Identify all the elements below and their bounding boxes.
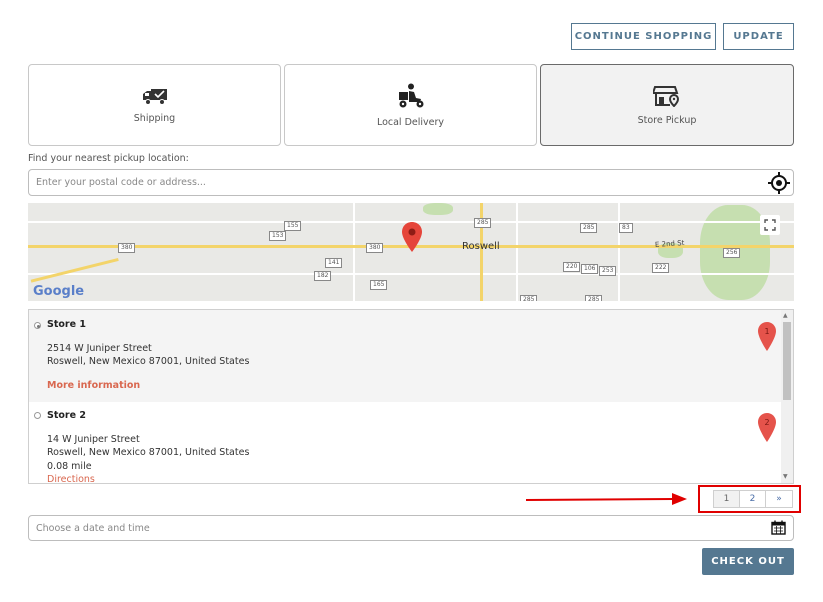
list-item[interactable]: Store 1 2514 W Juniper Street Roswell, N… (29, 310, 781, 402)
road-shield: 222 (652, 263, 670, 273)
locate-me-icon[interactable] (768, 172, 790, 194)
store-pin-icon (653, 85, 680, 107)
store-marker-number: 2 (764, 418, 769, 427)
tab-label: Local Delivery (376, 116, 445, 128)
store-address-line1: 2514 W Juniper Street (47, 343, 152, 354)
road-shield: 106 (581, 264, 599, 274)
road-shield: 380 (366, 243, 384, 253)
page-2-button[interactable]: 2 (740, 491, 766, 507)
search-label: Find your nearest pickup location: (28, 153, 189, 164)
more-information-link[interactable]: More information (47, 380, 140, 391)
page-1-button[interactable]: 1 (714, 491, 740, 507)
road-shield: 155 (284, 221, 302, 231)
date-time-input[interactable]: Choose a date and time (28, 515, 794, 541)
list-item[interactable]: Store 2 14 W Juniper Street Roswell, New… (29, 402, 781, 483)
road-shield: 83 (619, 223, 633, 233)
minor-road (28, 273, 794, 275)
road-shield: 141 (325, 258, 343, 268)
park-area (423, 203, 453, 215)
road-shield: 253 (599, 266, 617, 276)
road-shield: 256 (723, 248, 741, 258)
continue-shopping-button[interactable]: CONTINUE SHOPPING (571, 23, 716, 50)
list-scrollbar[interactable]: ▲ ▼ (781, 310, 793, 483)
store-marker-icon: 2 (758, 413, 776, 442)
map-city-label: Roswell (462, 241, 500, 252)
store-map[interactable]: 155 153 380 380 285 285 83 141 182 165 2… (28, 203, 794, 301)
minor-road (353, 203, 355, 301)
location-search-input[interactable]: Enter your postal code or address... (28, 169, 794, 196)
road-shield: 165 (370, 280, 388, 290)
scrollbar-thumb[interactable] (783, 322, 791, 400)
search-placeholder: Enter your postal code or address... (36, 177, 206, 188)
road-shield: 153 (269, 231, 287, 241)
scroll-up-arrow-icon[interactable]: ▲ (783, 312, 788, 319)
tab-label: Store Pickup (637, 114, 697, 126)
store-radio[interactable] (34, 412, 41, 419)
annotation-arrow (525, 493, 687, 505)
update-button[interactable]: UPDATE (723, 23, 794, 50)
road-shield: 220 (563, 262, 581, 272)
store-address-line1: 14 W Juniper Street (47, 434, 140, 445)
road-shield: 285 (520, 295, 538, 301)
main-road (30, 258, 119, 283)
google-logo: Google (33, 284, 85, 299)
store-marker-number: 1 (764, 327, 769, 336)
store-name: Store 1 (47, 319, 86, 330)
store-distance: 0.08 mile (47, 461, 92, 472)
next-page-button[interactable]: » (766, 491, 792, 507)
calendar-icon[interactable] (771, 520, 786, 535)
tab-shipping[interactable]: Shipping (28, 64, 281, 146)
store-name: Store 2 (47, 410, 86, 421)
road-shield: 380 (118, 243, 136, 253)
tab-local-delivery[interactable]: Local Delivery (284, 64, 537, 146)
road-shield: 285 (474, 218, 492, 228)
directions-link[interactable]: Directions (47, 474, 95, 483)
fullscreen-button[interactable] (760, 215, 780, 235)
date-time-placeholder: Choose a date and time (36, 522, 150, 534)
scooter-delivery-icon (398, 83, 423, 107)
scroll-down-arrow-icon[interactable]: ▼ (783, 473, 788, 480)
store-radio[interactable] (34, 322, 41, 329)
road-shield: 182 (314, 271, 332, 281)
road-shield: 285 (585, 295, 603, 301)
fullscreen-icon (764, 219, 776, 231)
map-pin-icon[interactable] (402, 222, 422, 252)
store-list[interactable]: Store 1 2514 W Juniper Street Roswell, N… (28, 309, 794, 484)
minor-road (516, 203, 518, 301)
pagination[interactable]: 1 2 » (713, 490, 793, 508)
minor-road (618, 203, 620, 301)
tab-label: Shipping (133, 112, 176, 124)
check-out-button[interactable]: CHECK OUT (702, 548, 794, 575)
store-address-line2: Roswell, New Mexico 87001, United States (47, 356, 250, 367)
road-shield: 285 (580, 223, 598, 233)
truck-icon (142, 88, 167, 105)
store-address-line2: Roswell, New Mexico 87001, United States (47, 447, 250, 458)
store-marker-icon: 1 (758, 322, 776, 351)
tab-store-pickup[interactable]: Store Pickup (540, 64, 794, 146)
